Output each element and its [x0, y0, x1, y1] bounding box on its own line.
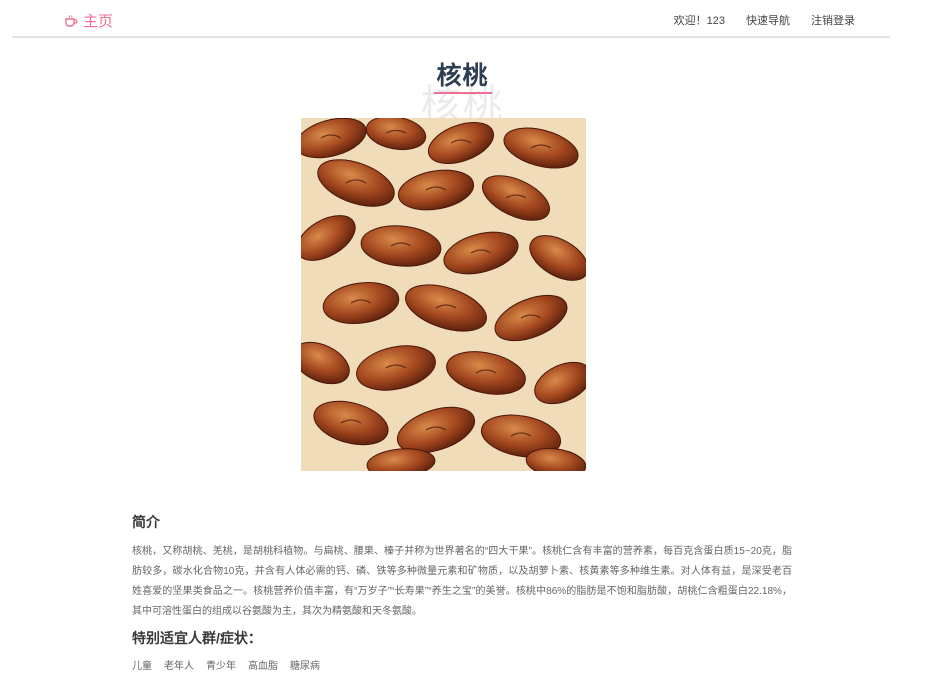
- quick-nav-link[interactable]: 快速导航: [746, 12, 790, 28]
- intro-body-wrap: 核桃，又称胡桃、羌桃，是胡桃科植物。与扁桃、腰果、榛子并称为世界著名的“四大干果…: [132, 542, 792, 622]
- page-title: 核桃: [436, 62, 489, 90]
- home-link[interactable]: 主页: [64, 10, 113, 31]
- welcome-user-link[interactable]: 欢迎！123: [674, 12, 725, 28]
- tag-item: 儿童: [132, 661, 152, 672]
- tag-item: 糖尿病: [290, 661, 320, 672]
- suitable-tags-wrap: 儿童 老年人 青少年 高血脂 糖尿病: [132, 657, 792, 672]
- walnut-photo: [301, 118, 586, 471]
- suitable-heading: 特别适宜人群/症状：: [132, 630, 262, 646]
- tag-item: 高血脂: [248, 661, 278, 672]
- cup-icon: [65, 14, 78, 27]
- logout-link[interactable]: 注销登录: [811, 12, 855, 28]
- home-label: 主页: [83, 13, 114, 30]
- nav-links: 欢迎！123 快速导航 注销登录: [674, 12, 855, 28]
- intro-heading: 简介: [132, 514, 160, 530]
- suitable-tags: 儿童 老年人 青少年 高血脂 糖尿病: [132, 657, 792, 672]
- tag-item: 老年人: [164, 661, 194, 672]
- intro-text: 核桃，又称胡桃、羌桃，是胡桃科植物。与扁桃、腰果、榛子并称为世界著名的“四大干果…: [132, 546, 792, 617]
- suitable-section: 特别适宜人群/症状：: [132, 628, 792, 648]
- intro-section: 简介: [132, 512, 792, 532]
- top-navbar: 主页 欢迎！123 快速导航 注销登录: [12, 0, 890, 38]
- tag-item: 青少年: [206, 661, 236, 672]
- title-area: 核桃 核桃: [0, 56, 925, 127]
- title-underline: [434, 92, 492, 94]
- walnut-image: [301, 118, 586, 471]
